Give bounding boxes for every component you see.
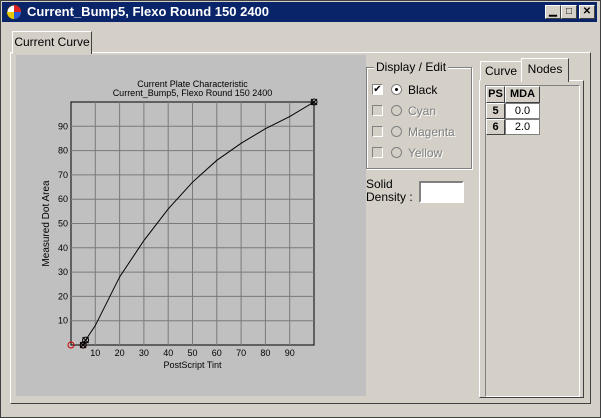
y-tick-label: 70	[58, 170, 68, 180]
x-tick-label: 90	[285, 348, 295, 358]
y-tick-label: 80	[58, 146, 68, 156]
y-tick-label: 90	[58, 121, 68, 131]
maximize-icon: □	[565, 6, 573, 17]
x-tick-label: 70	[236, 348, 246, 358]
black-radio[interactable]	[391, 84, 402, 95]
window-title: Current_Bump5, Flexo Round 150 2400	[27, 4, 270, 19]
y-tick-label: 20	[58, 291, 68, 301]
title-bar[interactable]: Current_Bump5, Flexo Round 150 2400 ▁ □ …	[2, 2, 597, 22]
tab-nodes-label: Nodes	[527, 62, 563, 76]
table-row-header[interactable]: 6	[486, 119, 505, 135]
y-axis-label: Measured Dot Area	[41, 180, 52, 267]
solid-density-label: Solid Density :	[366, 178, 413, 204]
chart-subtitle: Current_Bump5, Flexo Round 150 2400	[113, 88, 273, 98]
cyan-radio[interactable]	[391, 105, 402, 116]
black-label: Black	[408, 83, 438, 97]
tab-nodes[interactable]: Nodes	[521, 58, 569, 82]
tab-current-curve-label: Current Curve	[14, 35, 90, 49]
cyan-label: Cyan	[408, 104, 437, 118]
magenta-checkbox[interactable]	[372, 126, 383, 137]
x-tick-label: 10	[90, 348, 100, 358]
y-tick-label: 10	[58, 316, 68, 326]
tab-curve-label: Curve	[484, 64, 517, 78]
close-button[interactable]: ✕	[579, 5, 595, 19]
x-tick-label: 50	[187, 348, 197, 358]
y-tick-label: 40	[58, 243, 68, 253]
table-cell-mda[interactable]: 2.0	[505, 119, 540, 135]
x-tick-label: 80	[260, 348, 270, 358]
solid-density-label-line2: Density :	[366, 190, 413, 204]
y-tick-label: 30	[58, 267, 68, 277]
maximize-button[interactable]: □	[561, 5, 577, 19]
magenta-label: Magenta	[408, 125, 455, 139]
x-axis-label: PostScript Tint	[163, 360, 222, 370]
black-checkbox[interactable]: ✔	[372, 84, 383, 95]
magenta-radio[interactable]	[391, 126, 402, 137]
table-header-mda[interactable]: MDA	[505, 86, 540, 103]
table-row-header[interactable]: 5	[486, 103, 505, 119]
x-tick-label: 30	[139, 348, 149, 358]
yellow-radio[interactable]	[391, 147, 402, 158]
close-icon: ✕	[582, 6, 592, 17]
x-tick-label: 60	[212, 348, 222, 358]
tab-current-curve[interactable]: Current Curve	[12, 31, 92, 54]
x-tick-label: 40	[163, 348, 173, 358]
x-tick-label: 20	[115, 348, 125, 358]
solid-density-input[interactable]	[419, 181, 464, 203]
display-edit-title: Display / Edit	[374, 60, 449, 74]
yellow-label: Yellow	[408, 146, 443, 160]
cyan-checkbox[interactable]	[372, 105, 383, 116]
tab-curve[interactable]: Curve	[480, 61, 522, 81]
table-cell-mda[interactable]: 0.0	[505, 103, 540, 119]
minimize-button[interactable]: ▁	[545, 5, 561, 19]
flexo-app-icon	[6, 4, 22, 20]
y-tick-label: 50	[58, 219, 68, 229]
minimize-icon: ▁	[549, 6, 557, 17]
table-header-ps[interactable]: PS	[486, 86, 505, 103]
yellow-checkbox[interactable]	[372, 147, 383, 158]
y-tick-label: 60	[58, 194, 68, 204]
plate-characteristic-chart[interactable]: Current Plate CharacteristicCurrent_Bump…	[16, 55, 366, 396]
